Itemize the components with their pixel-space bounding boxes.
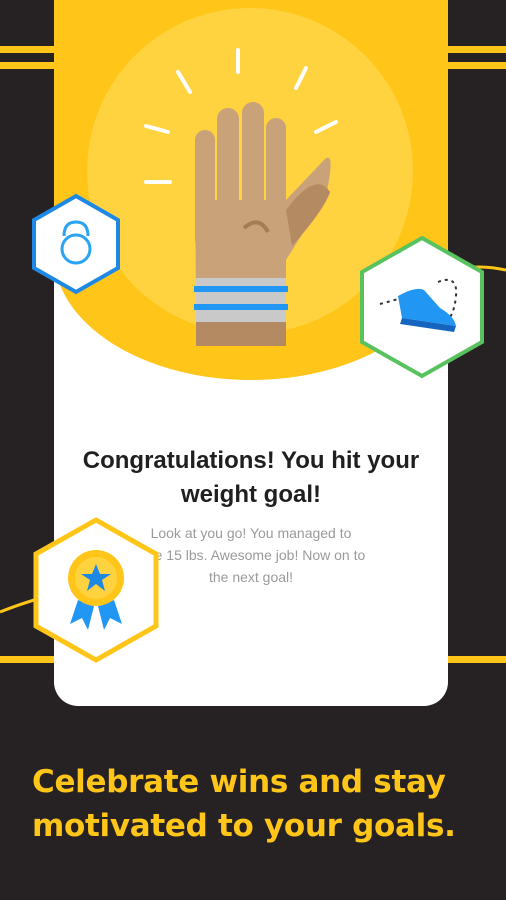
promo-caption-line-2: motivated to your goals.	[32, 808, 456, 844]
promo-caption-line-1: Celebrate wins and stay	[32, 764, 446, 800]
promo-screen: Congratulations! You hit your weight goa…	[0, 0, 506, 900]
sneaker-badge	[360, 235, 484, 379]
promo-caption: Celebrate wins and stay motivated to you…	[32, 760, 492, 848]
card-title: Congratulations! You hit your weight goa…	[54, 444, 448, 512]
kettlebell-badge	[32, 193, 120, 295]
card-title-line-1: Congratulations! You hit	[82, 447, 361, 474]
award-badge	[33, 517, 159, 663]
